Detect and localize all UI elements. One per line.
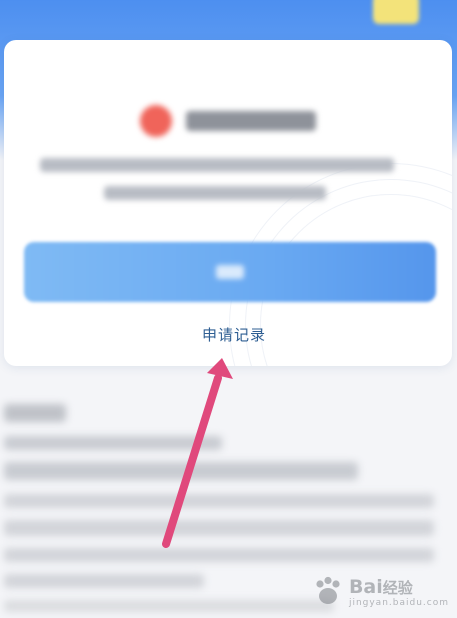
section-title-blurred: [4, 404, 66, 422]
status-title-blurred: [186, 111, 316, 131]
watermark-url: jingyan.baidu.com: [348, 598, 449, 608]
watermark-text: Bai经验 jingyan.baidu.com: [349, 578, 449, 608]
status-icon: [140, 105, 172, 137]
banner-decoration-yellow: [373, 0, 419, 24]
watermark-brand-latin: Bai: [348, 576, 383, 598]
section-text-line-blurred: [4, 462, 358, 480]
section-text-line-blurred: [4, 548, 434, 562]
watermark-brand-cjk: 经验: [382, 579, 413, 597]
section-text-line-blurred: [4, 494, 434, 508]
application-records-link[interactable]: 申请记录: [4, 324, 452, 345]
status-description-line-2-blurred: [104, 186, 326, 200]
section-text-line-blurred: [4, 520, 434, 536]
primary-action-button[interactable]: [24, 242, 436, 302]
section-text-line-blurred: [4, 600, 334, 612]
paw-logo-icon: [316, 576, 340, 604]
app-screen: 申请记录 Bai经验 jingyan.baidu.com: [0, 0, 457, 618]
status-description-line-1-blurred: [40, 158, 394, 172]
baidu-jingyan-watermark: Bai经验 jingyan.baidu.com: [311, 574, 449, 608]
primary-action-label-blurred: [216, 265, 244, 279]
application-status-card: 申请记录: [4, 40, 452, 366]
section-text-line-blurred: [4, 436, 222, 450]
section-text-line-blurred: [4, 574, 204, 588]
watermark-brand: Bai经验: [349, 578, 449, 597]
status-row: [140, 104, 316, 138]
